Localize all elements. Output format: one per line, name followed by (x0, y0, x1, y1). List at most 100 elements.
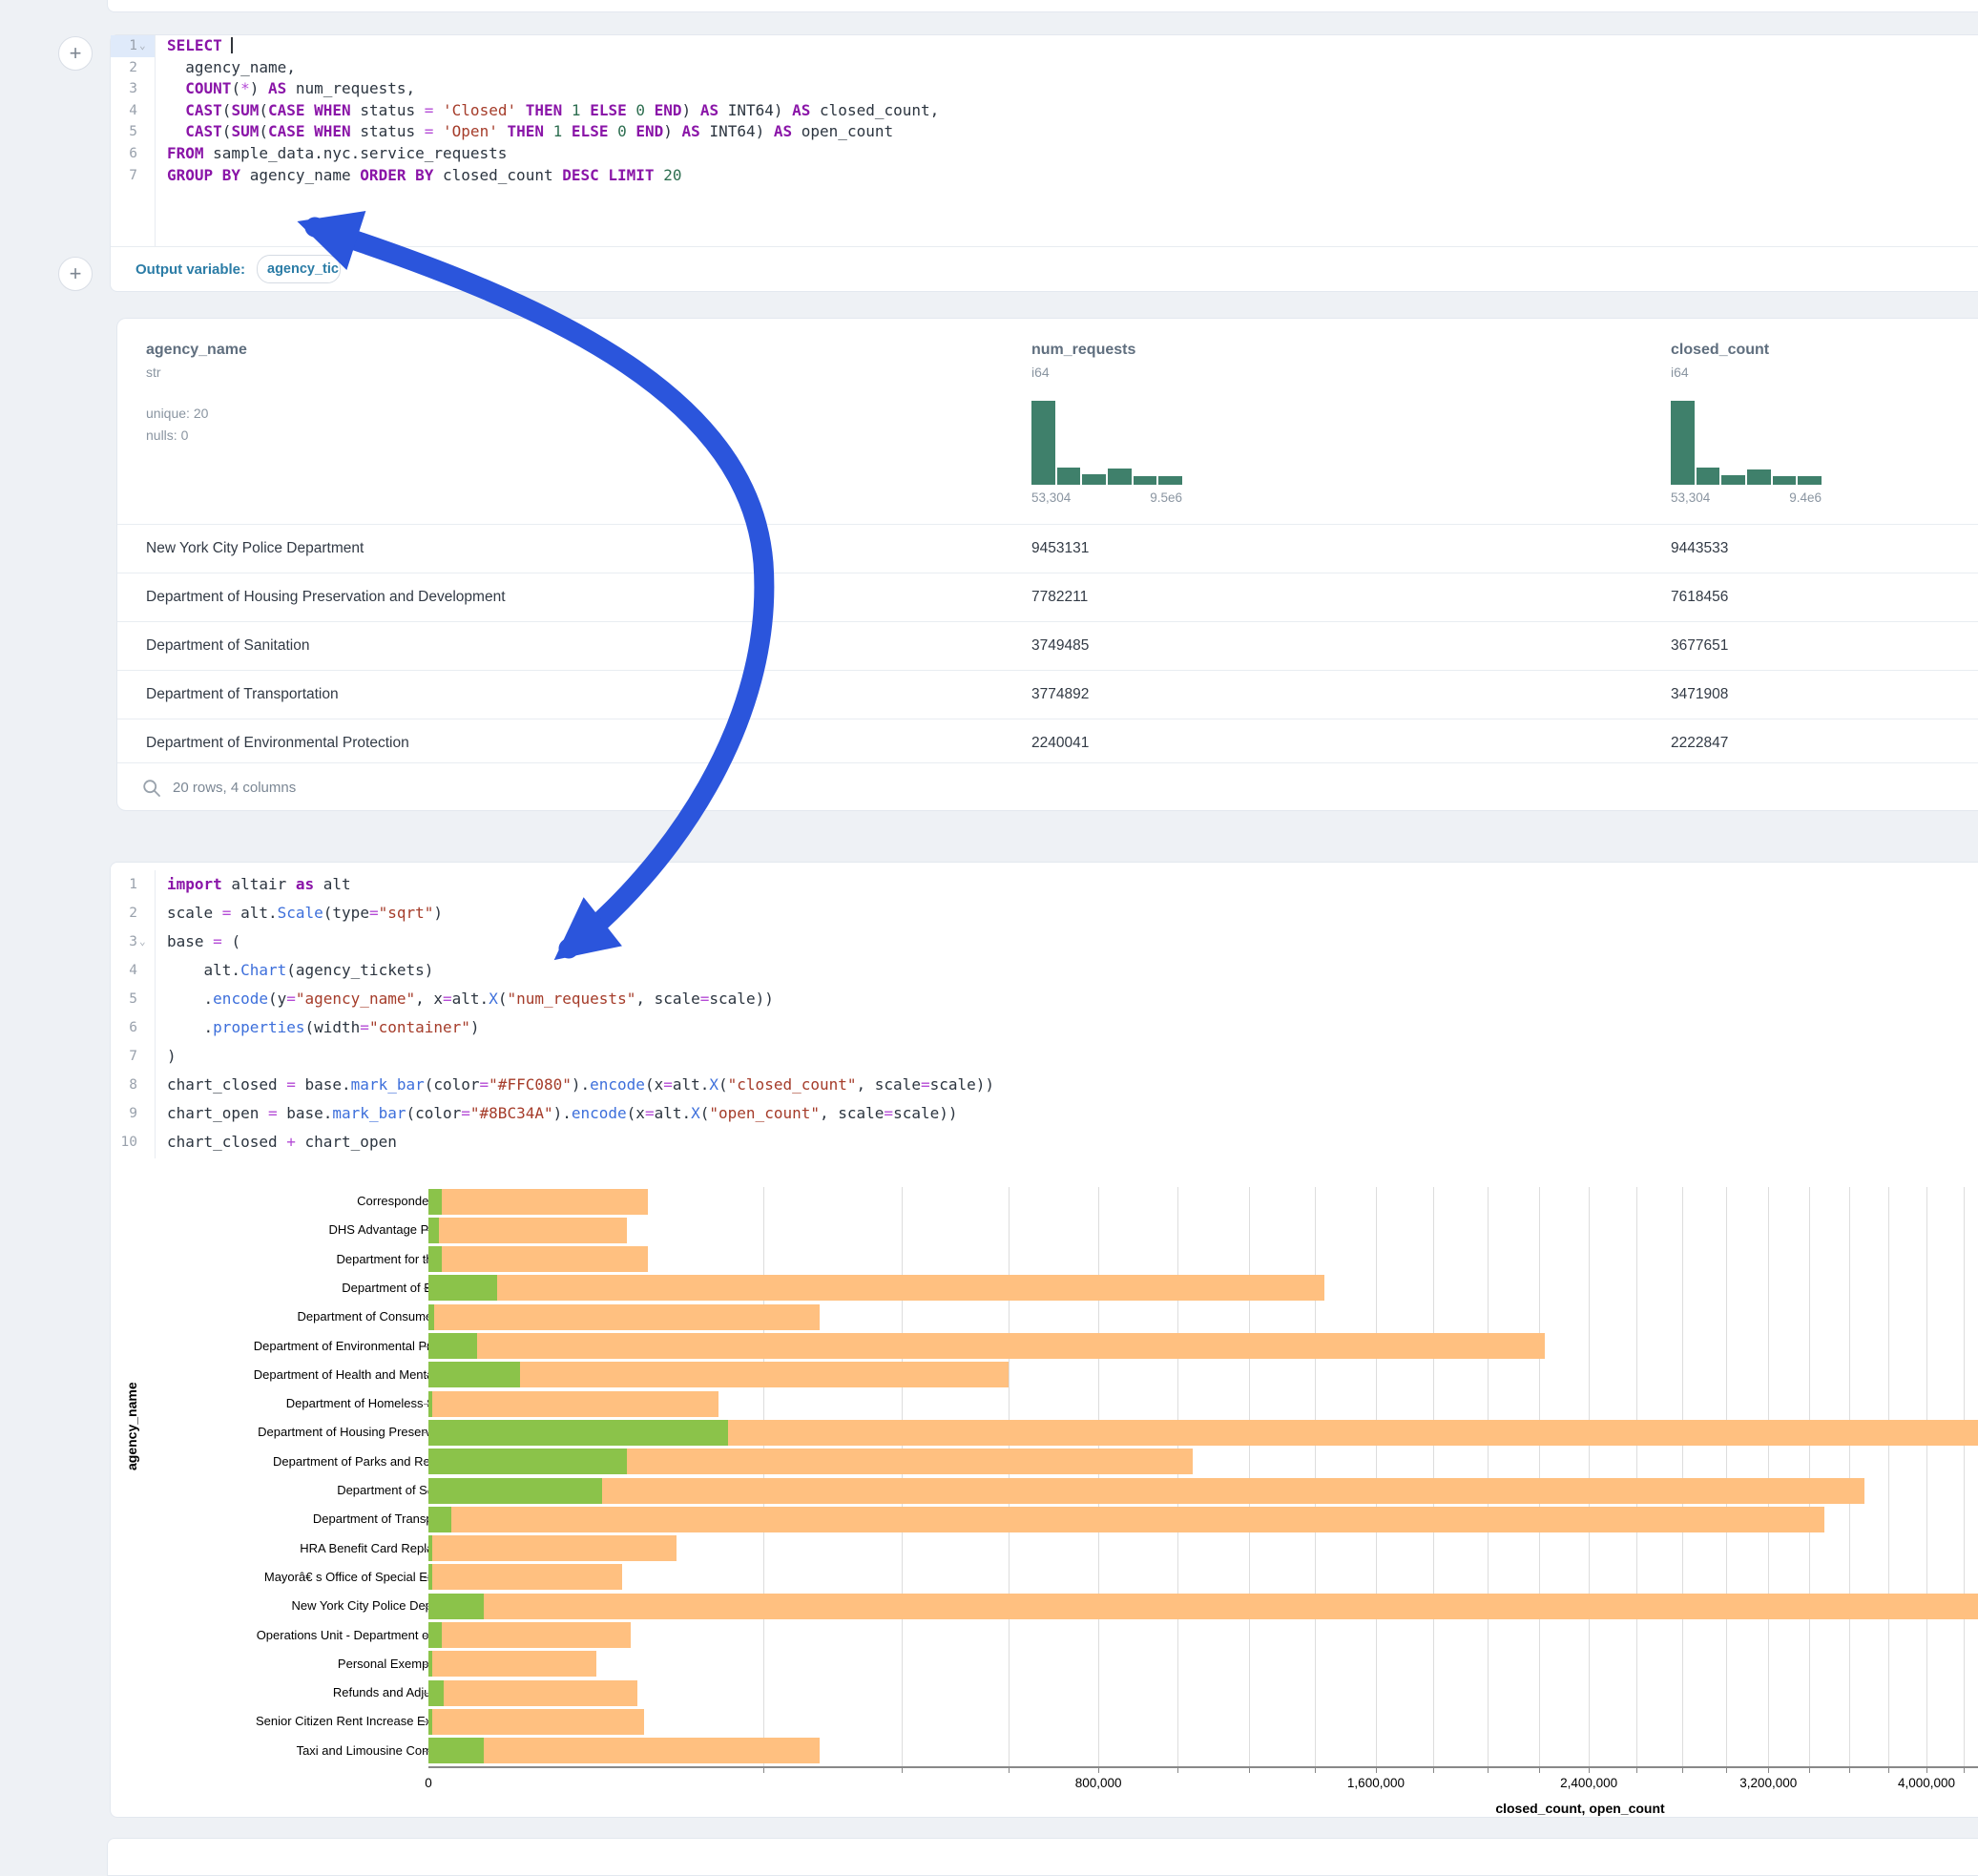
bar-closed-count[interactable] (428, 1564, 622, 1590)
line-number[interactable]: 8 (111, 1071, 155, 1099)
code-line[interactable]: agency_name, (167, 57, 1978, 79)
code-line[interactable]: alt.Chart(agency_tickets) (167, 956, 1978, 985)
x-axis-tick (1539, 1768, 1540, 1773)
x-axis-tick (1488, 1768, 1489, 1773)
bar-open-count[interactable] (428, 1333, 477, 1359)
collapse-chevron-icon[interactable]: ⌄ (139, 35, 149, 57)
chart-y-axis-title: agency_name (124, 1382, 139, 1470)
bar-open-count[interactable] (428, 1275, 497, 1301)
line-number[interactable]: 6 (111, 1013, 155, 1042)
bar-closed-count[interactable] (428, 1391, 718, 1417)
line-number[interactable]: 7 (111, 165, 155, 187)
bar-closed-count[interactable] (428, 1709, 644, 1735)
line-number[interactable]: 4 (111, 956, 155, 985)
table-row[interactable]: Department of Housing Preservation and D… (117, 573, 1978, 621)
line-number[interactable]: 10 (111, 1128, 155, 1157)
code-line[interactable]: import altair as alt (167, 870, 1978, 899)
line-number[interactable]: 5 (111, 985, 155, 1013)
bar-closed-count[interactable] (428, 1680, 637, 1706)
bar-closed-count[interactable] (428, 1275, 1324, 1301)
bar-open-count[interactable] (428, 1449, 627, 1474)
column-header-agency_name[interactable]: agency_namestrunique: 20nulls: 0 (146, 342, 247, 447)
bar-closed-count[interactable] (428, 1622, 631, 1648)
code-line[interactable]: chart_closed = base.mark_bar(color="#FFC… (167, 1071, 1978, 1099)
bar-open-count[interactable] (428, 1218, 439, 1243)
bar-closed-count[interactable] (428, 1738, 820, 1763)
bar-open-count[interactable] (428, 1391, 432, 1417)
column-header-closed_count[interactable]: closed_counti6453,3049.4e6 (1671, 342, 1822, 505)
code-line[interactable]: chart_open = base.mark_bar(color="#8BC34… (167, 1099, 1978, 1128)
python-code-editor[interactable]: import altair as altscale = alt.Scale(ty… (156, 870, 1978, 1158)
bar-open-count[interactable] (428, 1420, 728, 1446)
chart-row: HRA Benefit Card Replacement (428, 1534, 1978, 1563)
line-number[interactable]: 3⌄ (111, 928, 155, 956)
x-axis-label: 4,000,000 (1898, 1776, 1955, 1790)
sql-cell: 1⌄234567 SELECT agency_name, COUNT(*) AS… (110, 34, 1978, 292)
bar-open-count[interactable] (428, 1189, 442, 1215)
bar-open-count[interactable] (428, 1651, 432, 1677)
line-number[interactable]: 6 (111, 143, 155, 165)
line-number[interactable]: 1 (111, 870, 155, 899)
column-header-num_requests[interactable]: num_requestsi6453,3049.5e6 (1031, 342, 1182, 505)
code-line[interactable]: CAST(SUM(CASE WHEN status = 'Closed' THE… (167, 100, 1978, 122)
bar-open-count[interactable] (428, 1507, 451, 1532)
line-number[interactable]: 2 (111, 57, 155, 79)
add-cell-button-top[interactable]: + (58, 36, 93, 71)
line-number[interactable]: 1⌄ (111, 35, 155, 57)
bar-closed-count[interactable] (428, 1304, 820, 1330)
bar-open-count[interactable] (428, 1622, 442, 1648)
search-icon[interactable] (142, 779, 161, 798)
sql-code-editor[interactable]: SELECT agency_name, COUNT(*) AS num_requ… (156, 35, 1978, 247)
output-variable-input[interactable]: agency_tickets (257, 255, 341, 283)
table-footer: 20 rows, 4 columns (117, 762, 1978, 812)
code-line[interactable]: chart_closed + chart_open (167, 1128, 1978, 1157)
table-row[interactable]: Department of Transportation377489234719… (117, 670, 1978, 719)
table-row[interactable]: Department of Environmental Protection22… (117, 719, 1978, 767)
line-number[interactable]: 9 (111, 1099, 155, 1128)
bar-open-count[interactable] (428, 1304, 434, 1330)
bar-closed-count[interactable] (428, 1246, 648, 1272)
bar-closed-count[interactable] (428, 1333, 1545, 1359)
add-cell-button-output[interactable]: + (58, 257, 93, 291)
code-line[interactable]: .properties(width="container") (167, 1013, 1978, 1042)
bar-open-count[interactable] (428, 1535, 432, 1561)
bar-closed-count[interactable] (428, 1594, 1978, 1619)
line-number[interactable]: 4 (111, 100, 155, 122)
code-line[interactable]: COUNT(*) AS num_requests, (167, 78, 1978, 100)
code-line[interactable]: base = ( (167, 928, 1978, 956)
line-number[interactable]: 2 (111, 899, 155, 928)
table-row[interactable]: New York City Police Department945313194… (117, 524, 1978, 573)
bar-open-count[interactable] (428, 1594, 484, 1619)
x-axis-tick (1433, 1768, 1434, 1773)
code-line[interactable]: scale = alt.Scale(type="sqrt") (167, 899, 1978, 928)
bar-closed-count[interactable] (428, 1218, 627, 1243)
chart-row: Correspondence Unit (428, 1187, 1978, 1216)
bar-open-count[interactable] (428, 1738, 484, 1763)
text-cursor (231, 37, 233, 53)
line-number[interactable]: 7 (111, 1042, 155, 1071)
line-number[interactable]: 3 (111, 78, 155, 100)
code-line[interactable]: GROUP BY agency_name ORDER BY closed_cou… (167, 165, 1978, 187)
code-line[interactable]: FROM sample_data.nyc.service_requests (167, 143, 1978, 165)
chart-plot-area[interactable]: Correspondence UnitDHS Advantage Program… (428, 1187, 1978, 1766)
code-line[interactable]: CAST(SUM(CASE WHEN status = 'Open' THEN … (167, 121, 1978, 143)
collapse-chevron-icon[interactable]: ⌄ (139, 928, 149, 956)
bar-closed-count[interactable] (428, 1478, 1864, 1504)
code-line[interactable]: .encode(y="agency_name", x=alt.X("num_re… (167, 985, 1978, 1013)
bar-open-count[interactable] (428, 1478, 602, 1504)
bar-open-count[interactable] (428, 1564, 432, 1590)
bar-closed-count[interactable] (428, 1507, 1824, 1532)
bar-open-count[interactable] (428, 1680, 444, 1706)
line-number[interactable]: 5 (111, 121, 155, 143)
code-line[interactable]: SELECT (167, 35, 1978, 57)
x-axis-label: 3,200,000 (1739, 1776, 1797, 1790)
x-axis-tick (1177, 1768, 1178, 1773)
code-line[interactable]: ) (167, 1042, 1978, 1071)
bar-open-count[interactable] (428, 1362, 520, 1387)
bar-open-count[interactable] (428, 1709, 432, 1735)
bar-open-count[interactable] (428, 1246, 442, 1272)
bar-closed-count[interactable] (428, 1189, 648, 1215)
table-row[interactable]: Department of Sanitation37494853677651 (117, 621, 1978, 670)
bar-closed-count[interactable] (428, 1651, 596, 1677)
bar-closed-count[interactable] (428, 1535, 677, 1561)
